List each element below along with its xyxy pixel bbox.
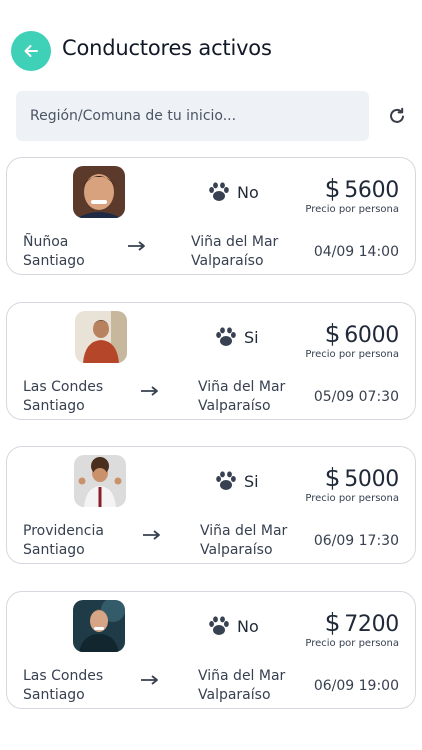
driver-avatar — [73, 166, 125, 218]
trip-datetime: 06/09 19:00 — [313, 678, 399, 694]
arrow-right-icon — [141, 386, 158, 396]
driver-card[interactable]: No $7200 Precio por persona Las Condes S… — [6, 591, 416, 709]
price-amount: $5000 — [324, 463, 400, 492]
pets-indicator: Si — [215, 471, 259, 491]
paw-icon — [209, 616, 229, 635]
price-block: $6000 Precio por persona — [305, 319, 399, 360]
trip-datetime: 06/09 17:30 — [313, 533, 399, 549]
trip-datetime: 04/09 14:00 — [313, 244, 399, 260]
page-title: Conductores activos — [62, 36, 272, 60]
pets-value: Si — [244, 471, 259, 491]
pets-value: No — [237, 616, 259, 636]
price-amount: $5600 — [324, 174, 400, 203]
pets-value: Si — [244, 327, 259, 347]
price-note: Precio por persona — [305, 204, 399, 215]
price-note: Precio por persona — [305, 638, 399, 649]
search-row — [16, 91, 416, 141]
driver-card[interactable]: No $5600 Precio por persona Ñuñoa Santia… — [6, 157, 416, 275]
destination: Viña del Mar Valparaíso — [191, 234, 279, 269]
price-block: $7200 Precio por persona — [305, 608, 399, 649]
price-amount: $7200 — [324, 608, 400, 637]
pets-indicator: No — [208, 182, 259, 202]
price-note: Precio por persona — [305, 493, 399, 504]
destination: Viña del Mar Valparaíso — [198, 379, 286, 414]
pets-indicator: No — [208, 616, 259, 636]
arrow-left-icon — [24, 45, 38, 57]
arrow-right-icon — [143, 530, 160, 540]
arrow-right-icon — [141, 675, 158, 685]
trip-datetime: 05/09 07:30 — [313, 389, 399, 405]
search-input[interactable] — [16, 91, 369, 141]
origin: Providencia Santiago — [23, 523, 104, 558]
driver-card[interactable]: Si $5000 Precio por persona Providencia … — [6, 446, 416, 564]
pets-value: No — [237, 182, 259, 202]
origin: Las Condes Santiago — [23, 668, 104, 703]
price-note: Precio por persona — [305, 349, 399, 360]
pets-indicator: Si — [215, 327, 259, 347]
driver-card[interactable]: Si $6000 Precio por persona Las Condes S… — [6, 302, 416, 420]
paw-icon — [216, 327, 236, 346]
header: Conductores activos — [0, 0, 422, 90]
destination: Viña del Mar Valparaíso — [200, 523, 288, 558]
driver-avatar — [74, 455, 126, 507]
driver-avatar — [75, 311, 127, 363]
paw-icon — [209, 182, 229, 201]
driver-avatar — [73, 600, 125, 652]
paw-icon — [216, 471, 236, 490]
price-block: $5600 Precio por persona — [305, 174, 399, 215]
refresh-icon — [390, 107, 404, 123]
origin: Las Condes Santiago — [23, 379, 104, 414]
refresh-button[interactable] — [384, 103, 410, 129]
arrow-right-icon — [128, 241, 145, 251]
origin: Ñuñoa Santiago — [23, 234, 85, 269]
price-block: $5000 Precio por persona — [305, 463, 399, 504]
back-button[interactable] — [11, 31, 51, 71]
destination: Viña del Mar Valparaíso — [198, 668, 286, 703]
price-amount: $6000 — [324, 319, 400, 348]
